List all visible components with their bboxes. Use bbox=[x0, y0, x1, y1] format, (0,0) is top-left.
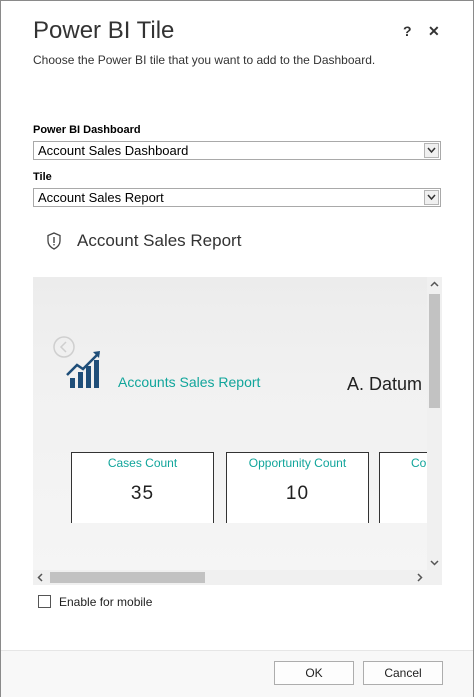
tile-preview-canvas: Accounts Sales Report A. Datum Cases Cou… bbox=[33, 277, 442, 570]
kpi-card: Cases Count 35 bbox=[71, 452, 214, 523]
dashboard-select[interactable]: Account Sales Dashboard bbox=[33, 141, 441, 160]
ok-button[interactable]: OK bbox=[274, 661, 354, 685]
power-bi-tile-dialog: Power BI Tile ? ✕ Choose the Power BI ti… bbox=[0, 0, 474, 697]
scroll-left-icon[interactable] bbox=[33, 570, 48, 585]
help-button[interactable]: ? bbox=[403, 23, 412, 39]
shield-icon bbox=[45, 231, 63, 253]
scrollbar-corner bbox=[427, 570, 442, 585]
kpi-card-value: 35 bbox=[130, 483, 155, 504]
kpi-card-title: Cases Count bbox=[107, 456, 178, 470]
dashboard-label: Power BI Dashboard bbox=[33, 124, 141, 136]
report-title: Accounts Sales Report bbox=[118, 374, 261, 390]
scroll-up-icon[interactable] bbox=[427, 277, 442, 292]
close-button[interactable]: ✕ bbox=[428, 23, 440, 40]
tile-preview: Accounts Sales Report A. Datum Cases Cou… bbox=[33, 277, 442, 585]
vertical-scroll-thumb[interactable] bbox=[429, 294, 440, 408]
kpi-card-title: Opportunity Count bbox=[248, 456, 347, 470]
tile-select-value: Account Sales Report bbox=[38, 190, 164, 205]
scroll-down-icon[interactable] bbox=[427, 555, 442, 570]
horizontal-scroll-thumb[interactable] bbox=[50, 572, 205, 583]
dialog-footer: OK Cancel bbox=[1, 650, 473, 697]
dialog-subtitle: Choose the Power BI tile that you want t… bbox=[33, 53, 376, 67]
chevron-down-icon[interactable] bbox=[424, 143, 439, 158]
enable-mobile-checkbox[interactable] bbox=[38, 595, 51, 608]
report-company-name: A. Datum bbox=[347, 374, 423, 394]
vertical-scrollbar[interactable] bbox=[427, 277, 442, 570]
tile-preview-title: Account Sales Report bbox=[77, 231, 242, 250]
kpi-card: Opportunity Count 10 bbox=[226, 452, 369, 523]
dashboard-select-value: Account Sales Dashboard bbox=[38, 143, 189, 158]
scroll-right-icon[interactable] bbox=[412, 570, 427, 585]
cancel-button[interactable]: Cancel bbox=[363, 661, 443, 685]
tile-select[interactable]: Account Sales Report bbox=[33, 188, 441, 207]
tile-label: Tile bbox=[33, 171, 52, 183]
chevron-down-icon[interactable] bbox=[424, 190, 439, 205]
horizontal-scrollbar[interactable] bbox=[33, 570, 427, 585]
kpi-card-value: 10 bbox=[285, 483, 310, 504]
dialog-title: Power BI Tile bbox=[33, 17, 175, 44]
chart-growth-icon bbox=[65, 349, 105, 394]
enable-mobile-label[interactable]: Enable for mobile bbox=[59, 595, 152, 609]
